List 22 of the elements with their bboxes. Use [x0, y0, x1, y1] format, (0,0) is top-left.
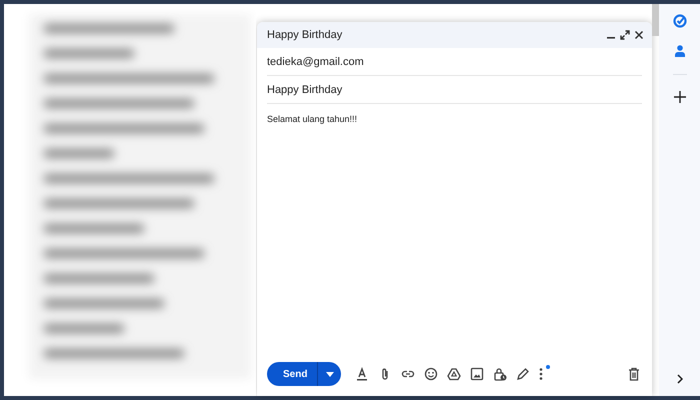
compose-title: Happy Birthday — [267, 29, 344, 41]
add-icon[interactable] — [674, 91, 686, 103]
trash-icon[interactable] — [628, 367, 640, 381]
recipient-text[interactable]: tedieka@gmail.com — [267, 56, 364, 68]
message-body[interactable]: Selamat ulang tahun!!! — [267, 114, 642, 362]
emoji-icon[interactable] — [424, 367, 438, 381]
more-options-icon[interactable] — [539, 367, 543, 381]
expand-icon[interactable] — [620, 30, 630, 40]
drive-icon[interactable] — [447, 367, 461, 381]
close-icon[interactable] — [634, 30, 644, 40]
schedule-send-button[interactable] — [317, 362, 341, 386]
tasks-icon[interactable] — [673, 14, 687, 28]
chevron-right-icon[interactable] — [677, 374, 683, 384]
caret-icon — [326, 372, 334, 376]
text-format-icon[interactable] — [355, 367, 369, 381]
contacts-icon[interactable] — [674, 44, 686, 58]
subject-text[interactable]: Happy Birthday — [267, 84, 342, 96]
pen-icon[interactable] — [516, 367, 530, 381]
send-button[interactable]: Send — [267, 362, 317, 386]
image-icon[interactable] — [470, 367, 484, 381]
lock-clock-icon[interactable] — [493, 367, 507, 381]
scrollbar[interactable] — [652, 4, 659, 36]
